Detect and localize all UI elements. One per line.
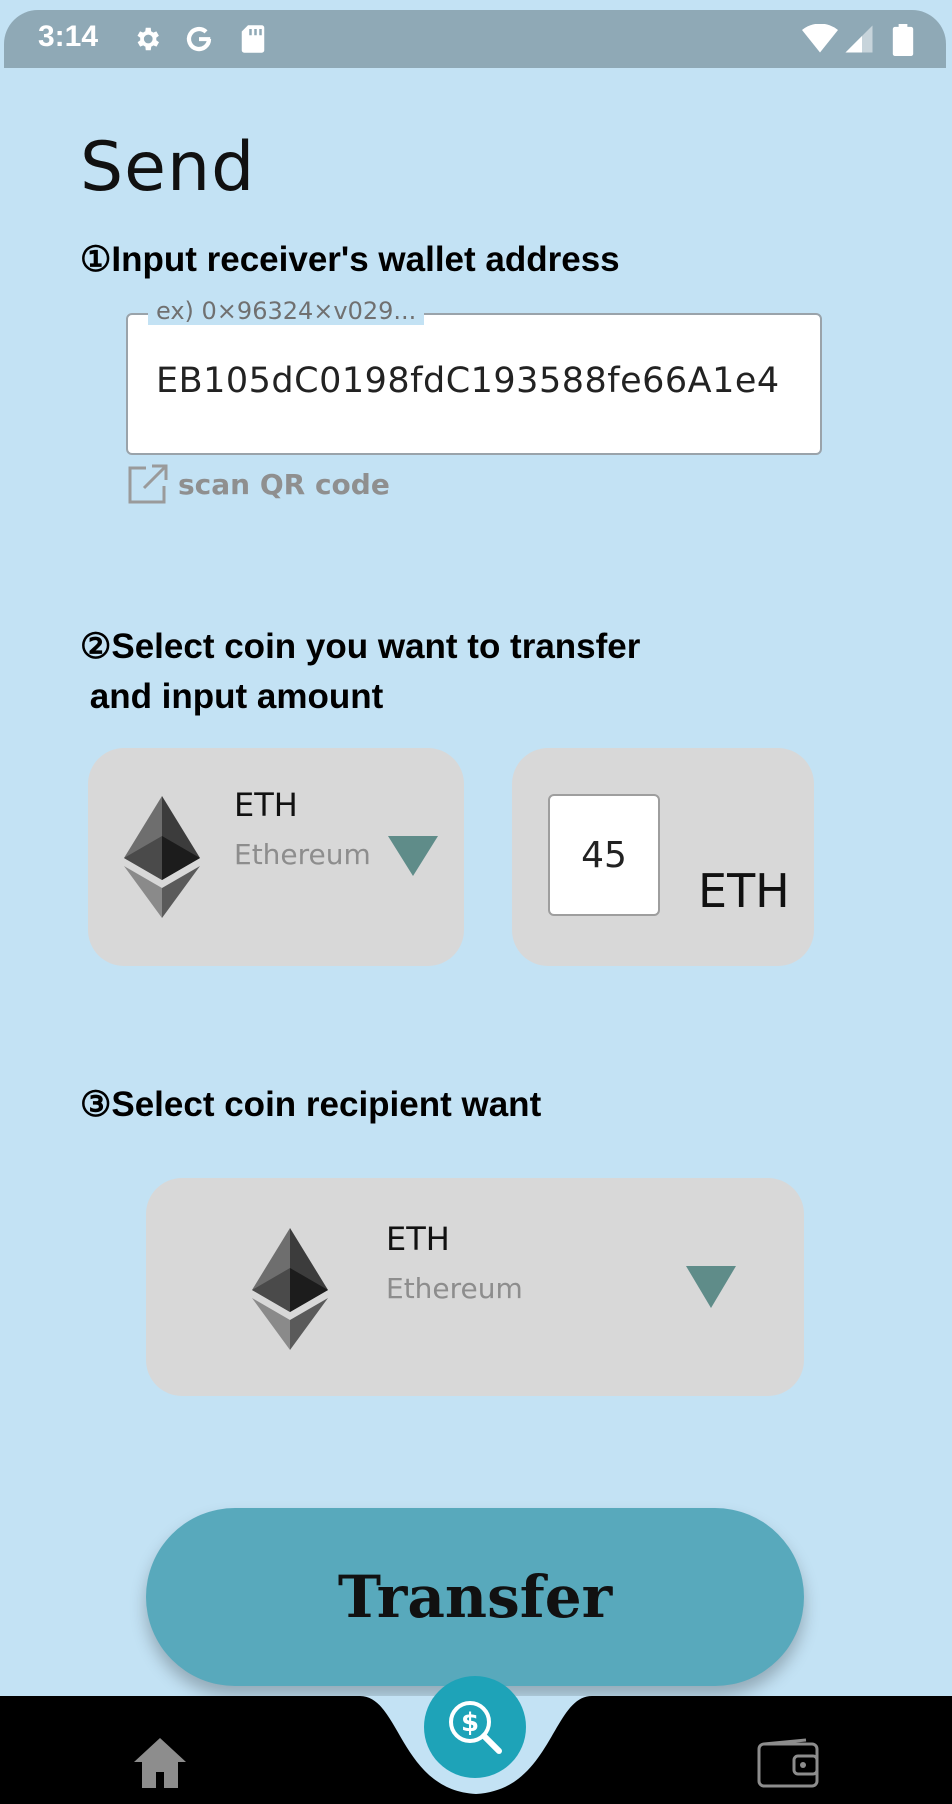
step2-heading: ②Select coin you want to transfer and in… (80, 622, 640, 722)
sd-card-icon (240, 24, 266, 58)
home-button[interactable] (130, 1734, 190, 1790)
send-coin-symbol: ETH (234, 786, 298, 824)
search-dollar-button[interactable]: $ (424, 1676, 526, 1778)
step3-heading: ③Select coin recipient want (80, 1085, 542, 1124)
scan-qr-link[interactable]: scan QR code (126, 460, 390, 508)
step2-heading-line2: and input amount (80, 677, 384, 716)
chevron-down-icon (686, 1266, 736, 1308)
step2-heading-line1: ②Select coin you want to transfer (80, 627, 641, 666)
transfer-button[interactable]: Transfer (146, 1508, 804, 1686)
wifi-icon (802, 23, 838, 58)
address-value: EB105dC0198fdC193588fe66A1e4 (156, 361, 780, 401)
search-dollar-icon: $ (449, 1701, 502, 1754)
svg-text:$: $ (461, 1708, 479, 1738)
status-time: 3:14 (38, 20, 99, 53)
home-icon (134, 1738, 186, 1788)
send-coin-name: Ethereum (234, 838, 371, 871)
chevron-down-icon (388, 836, 438, 876)
amount-unit: ETH (698, 864, 790, 918)
signal-icon (844, 24, 874, 58)
external-link-icon (128, 464, 168, 504)
wallet-button[interactable] (756, 1738, 820, 1790)
page-title: Send (80, 128, 256, 207)
transfer-label: Transfer (337, 1563, 613, 1631)
battery-icon (892, 24, 914, 60)
gear-icon (132, 24, 162, 58)
step1-heading: ①Input receiver's wallet address (80, 240, 620, 279)
receive-coin-symbol: ETH (386, 1220, 450, 1258)
address-input[interactable]: EB105dC0198fdC193588fe66A1e4 (126, 313, 822, 455)
google-g-icon (184, 24, 214, 58)
amount-input[interactable]: 45 (548, 794, 660, 916)
ethereum-icon (252, 1228, 328, 1350)
address-placeholder: ex) 0×96324×v029... (148, 297, 425, 325)
receive-coin-selector[interactable]: ETH Ethereum (146, 1178, 804, 1396)
ethereum-icon (124, 796, 200, 918)
send-coin-selector[interactable]: ETH Ethereum (88, 748, 464, 966)
scan-qr-label: scan QR code (178, 467, 390, 501)
receive-coin-name: Ethereum (386, 1272, 523, 1305)
wallet-icon (757, 1738, 819, 1788)
status-bar: 3:14 (4, 10, 946, 68)
